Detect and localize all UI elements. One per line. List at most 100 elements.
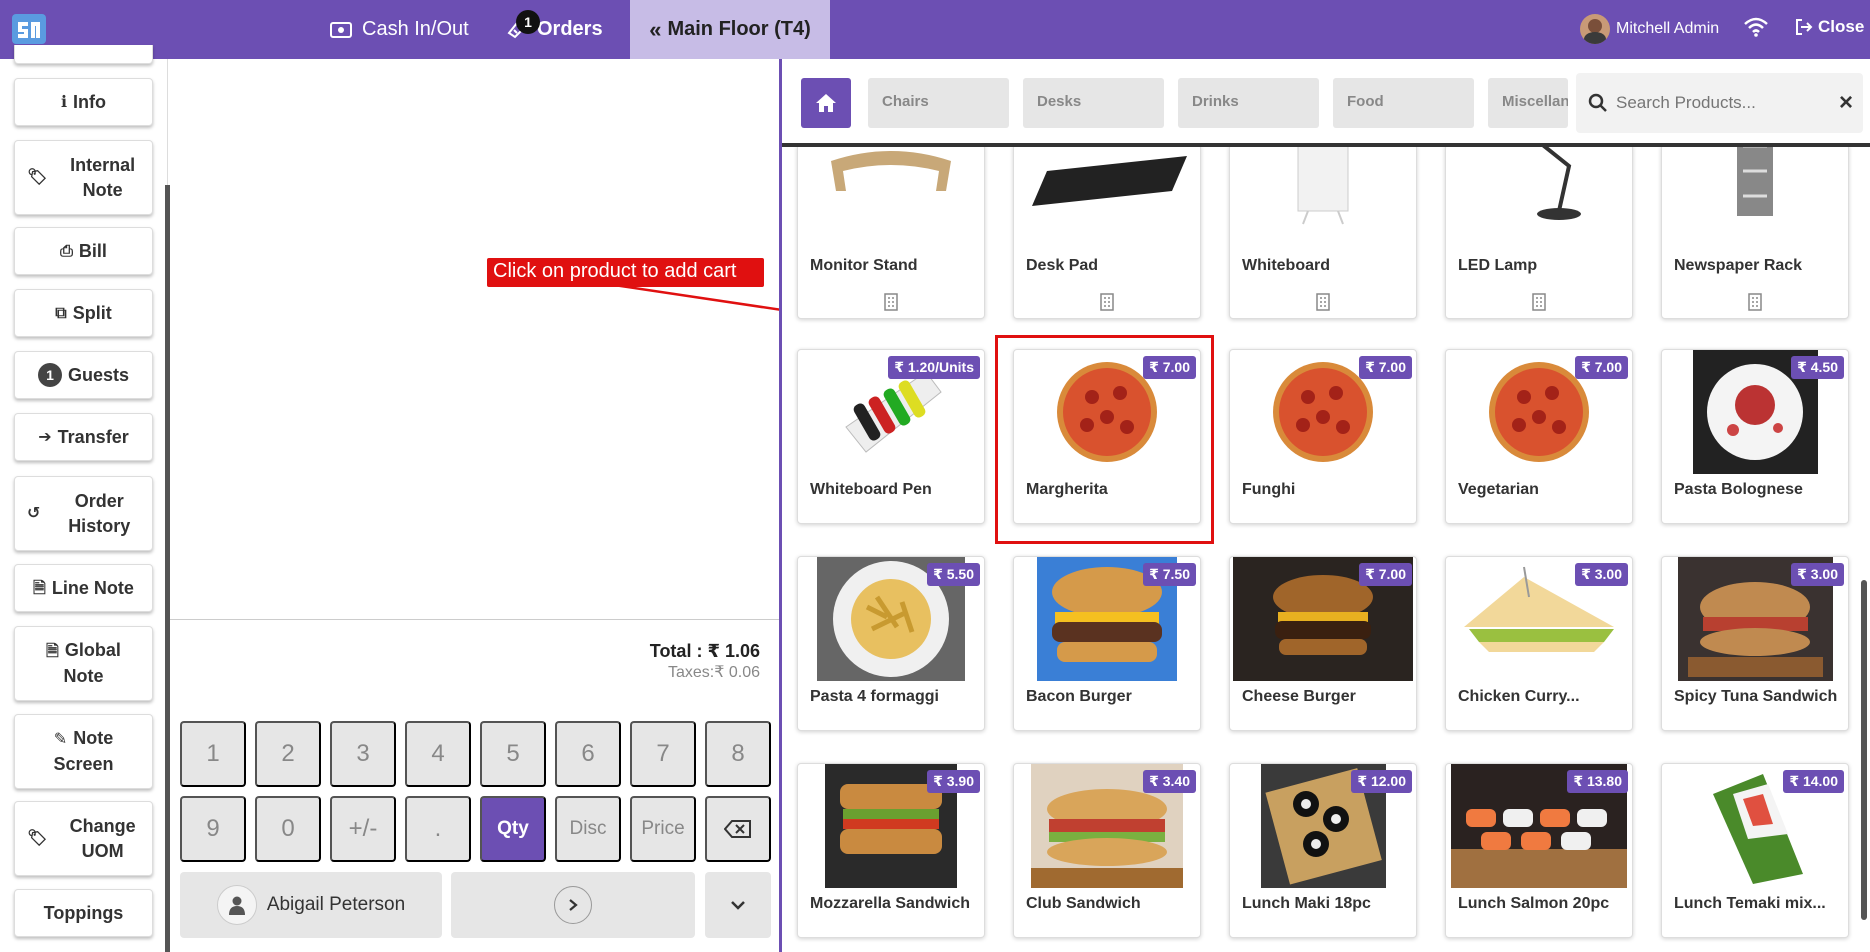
product-card[interactable]: ₹ 7.00 Vegetarian (1445, 349, 1633, 524)
product-image (1446, 145, 1632, 233)
price-mode-button[interactable]: Price (630, 796, 696, 862)
numpad-key-2[interactable]: 2 (255, 721, 321, 787)
product-name: Desk Pad (1026, 257, 1099, 274)
product-card[interactable]: Whiteboard (1229, 144, 1417, 319)
sign-out-icon (1796, 19, 1813, 35)
product-card[interactable]: Desk Pad (1013, 144, 1201, 319)
wifi-icon (1744, 17, 1768, 37)
product-image (1662, 145, 1848, 233)
product-card[interactable]: ₹ 7.00 Cheese Burger (1229, 556, 1417, 731)
toppings-button[interactable]: Toppings (14, 889, 153, 937)
price-tag: ₹ 1.20/Units (888, 356, 980, 379)
category-miscellaneous[interactable]: Miscellaneous (1488, 78, 1568, 128)
more-actions-button[interactable] (705, 872, 771, 938)
numpad-key-3[interactable]: 3 (330, 721, 396, 787)
partial-button[interactable] (14, 45, 153, 64)
product-name: Margherita (1026, 481, 1108, 498)
numpad-key-plus-minus[interactable]: +/- (330, 796, 396, 862)
product-card[interactable]: ₹ 5.50 Pasta 4 formaggi (797, 556, 985, 731)
product-card[interactable]: Monitor Stand (797, 144, 985, 319)
product-name: Pasta 4 formaggi (810, 688, 939, 705)
product-name: Funghi (1242, 481, 1296, 498)
product-card[interactable]: ₹ 3.00 Spicy Tuna Sandwich (1661, 556, 1849, 731)
numpad-key-0[interactable]: 0 (255, 796, 321, 862)
product-name: Vegetarian (1458, 481, 1539, 498)
cash-in-out-button[interactable]: Cash In/Out (330, 0, 469, 59)
category-drinks[interactable]: Drinks (1178, 78, 1319, 128)
price-tag: ₹ 7.00 (1575, 356, 1628, 379)
print-icon: ⎙ (60, 242, 73, 260)
numpad-key-1[interactable]: 1 (180, 721, 246, 787)
floor-button[interactable]: « Main Floor (T4) (630, 0, 830, 59)
category-chairs[interactable]: Chairs (868, 78, 1009, 128)
chevron-down-icon (731, 901, 745, 910)
product-card[interactable]: ₹ 3.90 Mozzarella Sandwich (797, 763, 985, 938)
guests-count-badge: 1 (37, 363, 62, 387)
home-category-button[interactable] (801, 78, 851, 128)
qty-mode-button[interactable]: Qty (480, 796, 546, 862)
product-card[interactable]: ₹ 3.40 Club Sandwich (1013, 763, 1201, 938)
product-card[interactable]: Newspaper Rack (1661, 144, 1849, 319)
category-food[interactable]: Food (1333, 78, 1474, 128)
product-card[interactable]: ₹ 1.20/Units Whiteboard Pen (797, 349, 985, 524)
numpad-key-9[interactable]: 9 (180, 796, 246, 862)
line-note-button[interactable]: 🗎 Line Note (14, 564, 153, 612)
numpad-key-4[interactable]: 4 (405, 721, 471, 787)
backspace-button[interactable] (705, 796, 771, 862)
product-card[interactable]: ₹ 7.00 Margherita (1013, 349, 1201, 524)
price-tag: ₹ 3.00 (1791, 563, 1844, 586)
customer-button[interactable]: Abigail Peterson (180, 872, 442, 938)
product-card[interactable]: ₹ 7.00 Funghi (1229, 349, 1417, 524)
bill-button[interactable]: ⎙ Bill (14, 227, 153, 275)
global-note-button[interactable]: 🗎 Global Note (14, 626, 153, 701)
internal-note-button[interactable]: 🏷 Internal Note (14, 140, 153, 215)
line-note-label: Line Note (51, 577, 134, 598)
product-card[interactable]: ₹ 13.80 Lunch Salmon 20pc (1445, 763, 1633, 938)
info-button[interactable]: ℹ Info (14, 78, 153, 126)
cash-in-out-label: Cash In/Out (362, 18, 469, 40)
search-input[interactable] (1616, 93, 1826, 113)
payment-button[interactable] (451, 872, 695, 938)
guests-label: Guests (67, 364, 130, 385)
product-card[interactable]: ₹ 7.50 Bacon Burger (1013, 556, 1201, 731)
product-card[interactable]: ₹ 12.00 Lunch Maki 18pc (1229, 763, 1417, 938)
building-icon (1100, 293, 1114, 311)
product-card[interactable]: ₹ 4.50 Pasta Bolognese (1661, 349, 1849, 524)
order-history-button[interactable]: ↺ Order History (14, 476, 153, 551)
numpad-key-6[interactable]: 6 (555, 721, 621, 787)
avatar (1580, 14, 1610, 44)
order-total: Total : ₹ 1.06 (649, 641, 760, 661)
split-label: Split (72, 302, 112, 323)
disc-mode-button[interactable]: Disc (555, 796, 621, 862)
close-button[interactable]: Close (1795, 17, 1864, 37)
change-uom-button[interactable]: 🏷 Change UOM (14, 801, 153, 876)
product-name: Club Sandwich (1026, 895, 1141, 912)
numpad-key-8[interactable]: 8 (705, 721, 771, 787)
numpad-key-7[interactable]: 7 (630, 721, 696, 787)
product-name: Whiteboard (1242, 257, 1330, 274)
double-chevron-left-icon: « (649, 16, 662, 42)
split-button[interactable]: ⧉ Split (14, 289, 153, 337)
tag-icon: 🏷 (27, 169, 48, 186)
order-history-label: Order History (68, 490, 131, 536)
floor-label: Main Floor (T4) (667, 18, 811, 40)
copy-icon: ⧉ (55, 304, 67, 322)
product-card[interactable]: ₹ 3.00 Chicken Curry... (1445, 556, 1633, 731)
product-scrollbar[interactable] (1861, 580, 1867, 920)
note-screen-button[interactable]: ✎ Note Screen (14, 714, 153, 789)
orders-label: Orders (537, 18, 603, 40)
product-name: Lunch Maki 18pc (1242, 895, 1371, 912)
numpad-key-decimal[interactable]: . (405, 796, 471, 862)
guests-button[interactable]: 1 Guests (14, 351, 153, 399)
product-card[interactable]: ₹ 14.00 Lunch Temaki mix... (1661, 763, 1849, 938)
product-name: Mozzarella Sandwich (810, 895, 971, 912)
product-search[interactable]: × (1576, 73, 1863, 133)
category-desks[interactable]: Desks (1023, 78, 1164, 128)
numpad-key-5[interactable]: 5 (480, 721, 546, 787)
product-card[interactable]: LED Lamp (1445, 144, 1633, 319)
close-icon[interactable]: × (1839, 89, 1853, 117)
product-image (798, 145, 984, 233)
transfer-button[interactable]: ➔ Transfer (14, 413, 153, 461)
user-menu[interactable]: Mitchell Admin (1580, 14, 1719, 44)
app-logo-icon[interactable] (12, 14, 46, 44)
